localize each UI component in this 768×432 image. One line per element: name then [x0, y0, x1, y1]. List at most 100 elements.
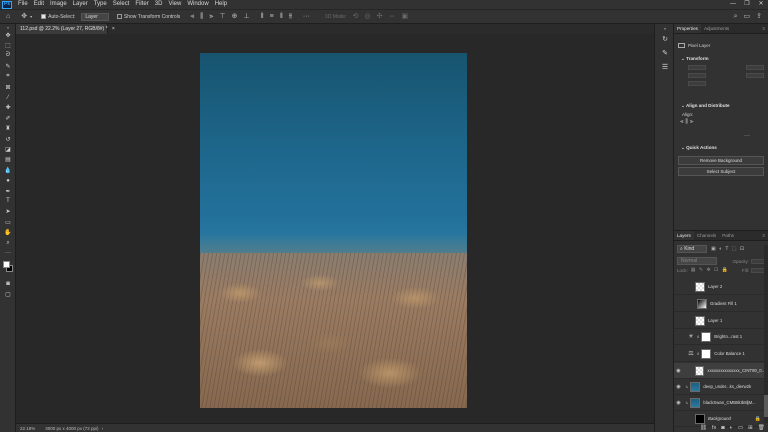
layer-name[interactable]: Background [708, 416, 731, 421]
quick-mask-icon[interactable]: ◙ [0, 279, 16, 289]
panel-menu-icon[interactable]: ≡ [759, 231, 768, 240]
gradient-tool-icon[interactable]: ▤ [0, 155, 16, 165]
blur-tool-icon[interactable]: 💧 [0, 165, 16, 175]
frame-tool-icon[interactable]: ⊠ [0, 82, 16, 92]
share-icon[interactable]: ⇪ [756, 13, 762, 20]
new-layer-icon[interactable]: ⊞ [748, 425, 753, 431]
tab-properties[interactable]: Properties [674, 24, 701, 33]
eraser-tool-icon[interactable]: ◪ [0, 144, 16, 154]
menu-type[interactable]: Type [91, 0, 110, 9]
menu-image[interactable]: Image [47, 0, 70, 9]
new-group-icon[interactable]: ▭ [738, 425, 743, 431]
document-tab[interactable]: 112.psd @ 22.2% (Layer 27, RGB/8#) * × [16, 24, 115, 34]
align-left-icon[interactable]: ⫷ [190, 13, 194, 20]
color-swatches-icon[interactable] [0, 259, 16, 279]
move-tool-icon[interactable]: ✥ [0, 30, 16, 40]
menu-filter[interactable]: Filter [132, 0, 151, 9]
layer-row[interactable]: ☀ 8 Brightn...rast 1 [674, 329, 764, 345]
quick-select-tool-icon[interactable]: ✎ [0, 61, 16, 71]
restore-button[interactable]: ❐ [740, 0, 754, 9]
y-field[interactable] [746, 73, 764, 78]
adjustment-sliders-icon[interactable]: ☰ [655, 60, 675, 74]
more-tools-icon[interactable]: ··· [0, 248, 16, 258]
blend-mode-dropdown[interactable]: Normal [677, 257, 717, 265]
filter-type-icons[interactable]: ▣ ◐ T ⬚ ⊡ [711, 246, 745, 252]
tab-layers[interactable]: Layers [674, 231, 694, 240]
layer-thumbnail[interactable] [695, 315, 705, 326]
layer-thumbnail[interactable] [694, 365, 705, 376]
auto-select-dropdown[interactable]: Layer [81, 12, 109, 21]
visibility-eye-icon[interactable]: ◉ [674, 400, 683, 406]
fill-field[interactable] [751, 267, 765, 273]
align-right-icon[interactable]: ⫸ [210, 13, 214, 20]
zoom-level[interactable]: 22.18% [20, 426, 35, 431]
auto-select-option[interactable]: Auto-Select: [41, 14, 75, 20]
distribute-icon[interactable]: ⦀ [261, 13, 264, 20]
layer-thumbnail[interactable] [695, 281, 705, 292]
mask-link-icon[interactable]: 8 [697, 334, 699, 339]
lasso-tool-icon[interactable]: ᘐ [0, 51, 16, 61]
close-window-button[interactable]: ✕ [754, 0, 768, 9]
x-field[interactable] [688, 73, 706, 78]
lock-icons[interactable]: ▦ ✎ ✥ ⊡ 🔒 [691, 267, 729, 273]
show-transform-option[interactable]: Show Transform Controls [116, 14, 180, 20]
distribute-3-icon[interactable]: ⫴ [280, 13, 283, 20]
layers-scrollbar-thumb[interactable] [764, 395, 768, 417]
link-layers-icon[interactable]: ⛓ [700, 425, 707, 431]
layer-row[interactable]: ⚖ 8 Color Balance 1 [674, 346, 764, 362]
search-icon[interactable]: ⌕ [734, 13, 738, 20]
chevron-down-icon[interactable]: ⌄ [681, 103, 685, 108]
add-mask-icon[interactable]: ◙ [721, 425, 724, 431]
layer-name[interactable]: Color Balance 1 [714, 351, 745, 356]
menu-select[interactable]: Select [110, 0, 133, 9]
clone-stamp-tool-icon[interactable]: ♜ [0, 124, 16, 134]
align-top-icon[interactable]: ⊤ [219, 13, 225, 20]
menu-file[interactable]: File [15, 0, 31, 9]
width-field[interactable] [688, 65, 706, 70]
layer-thumbnail[interactable] [701, 348, 712, 359]
layer-name[interactable]: Layer 2 [708, 284, 722, 289]
align-right-edges-icon[interactable]: ⫸ [690, 119, 693, 126]
menu-window[interactable]: Window [184, 0, 211, 9]
align-more-icon[interactable]: ··· [744, 133, 750, 139]
align-left-edges-icon[interactable]: ⫷ [680, 119, 683, 126]
history-brush-tool-icon[interactable]: ↺ [0, 134, 16, 144]
layer-thumbnail[interactable] [690, 397, 701, 408]
align-horizontal-centers-icon[interactable]: ⫼ [685, 119, 688, 126]
pen-tool-icon[interactable]: ✒ [0, 186, 16, 196]
tab-channels[interactable]: Channels [694, 231, 719, 240]
auto-select-checkbox[interactable] [41, 14, 47, 19]
brush-settings-icon[interactable]: ✎ [655, 46, 675, 60]
align-bottom-icon[interactable]: ⊥ [243, 13, 249, 20]
healing-brush-tool-icon[interactable]: ✚ [0, 103, 16, 113]
path-select-tool-icon[interactable]: ➤ [0, 207, 16, 217]
layer-name[interactable]: blackSwan_CMB8kIb8ljM... [703, 400, 755, 405]
layer-row[interactable]: Layer 2 [674, 279, 764, 295]
fx-icon[interactable]: fx [712, 425, 716, 431]
layer-name[interactable]: xxxxxxxxxxxxxxx_CINT80_0... [707, 368, 764, 373]
tab-paths[interactable]: Paths [719, 231, 737, 240]
align-middle-icon[interactable]: ⊕ [232, 13, 238, 20]
type-tool-icon[interactable]: T [0, 196, 16, 206]
hand-tool-icon[interactable]: ✋ [0, 227, 16, 237]
layer-thumbnail[interactable] [695, 413, 705, 424]
layer-row[interactable]: Gradient Fill 1 [674, 296, 764, 312]
visibility-eye-icon[interactable]: ◉ [674, 368, 683, 374]
layers-scrollbar[interactable] [764, 245, 768, 423]
mask-link-icon[interactable]: 8 [697, 351, 699, 356]
layer-thumbnail[interactable] [701, 331, 712, 342]
home-icon[interactable]: ⌂ [6, 13, 10, 20]
status-chevron-icon[interactable]: › [102, 426, 104, 431]
panel-menu-icon[interactable]: ≡ [759, 24, 768, 33]
align-center-icon[interactable]: ⫼ [200, 13, 203, 20]
menu-layer[interactable]: Layer [70, 0, 91, 9]
filter-kind-dropdown[interactable]: ⌕ Kind [677, 245, 707, 253]
remove-background-button[interactable]: Remove Background [678, 156, 764, 165]
layer-row[interactable]: ◉ ↳ deep_under...ks_dierw2k [674, 379, 764, 395]
zoom-tool-icon[interactable]: ⌕ [0, 238, 16, 248]
workspace-icon[interactable]: ▭ [744, 13, 751, 20]
height-field[interactable] [746, 65, 764, 70]
chevron-down-icon[interactable]: ▾ [30, 14, 32, 19]
move-tool-preset-icon[interactable]: ✥ [21, 13, 27, 20]
history-panel-icon[interactable]: ↻ [655, 32, 675, 46]
